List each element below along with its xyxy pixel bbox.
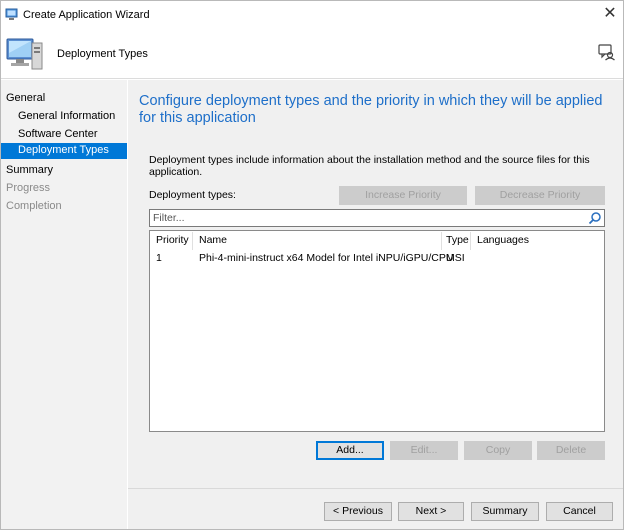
summary-button[interactable]: Summary: [471, 502, 539, 521]
description-text: Deployment types include information abo…: [149, 154, 590, 178]
help-icon[interactable]: [597, 42, 617, 62]
column-divider: [192, 232, 193, 250]
column-header-name[interactable]: Name: [199, 234, 227, 246]
next-button[interactable]: Next >: [398, 502, 464, 521]
add-button[interactable]: Add...: [316, 441, 384, 460]
nav-item-completion: Completion: [6, 200, 62, 212]
app-wizard-icon: [5, 8, 18, 20]
wizard-window: Create Application Wizard ✕ Deployment T…: [0, 0, 624, 530]
title-bar: Create Application Wizard ✕: [1, 1, 623, 29]
delete-button[interactable]: Delete: [537, 441, 605, 460]
page-title: Deployment Types: [57, 48, 148, 60]
column-header-priority[interactable]: Priority: [156, 234, 189, 246]
nav-item-general-information[interactable]: General Information: [18, 109, 115, 125]
nav-item-deployment-types[interactable]: Deployment Types: [1, 143, 127, 159]
nav-item-general[interactable]: General: [6, 91, 45, 107]
previous-button[interactable]: < Previous: [324, 502, 392, 521]
row-type: MSI: [446, 252, 465, 264]
close-icon[interactable]: ✕: [601, 6, 619, 24]
wizard-nav-pane: General General Information Software Cen…: [1, 80, 127, 529]
edit-button[interactable]: Edit...: [390, 441, 458, 460]
increase-priority-button[interactable]: Increase Priority: [339, 186, 467, 205]
deployment-types-table[interactable]: Priority Name Type Languages 1 Phi-4-min…: [149, 230, 605, 432]
column-divider: [441, 232, 442, 250]
footer-divider: [128, 488, 623, 489]
column-header-type[interactable]: Type: [446, 234, 469, 246]
nav-item-software-center[interactable]: Software Center: [18, 127, 97, 143]
content-heading: Configure deployment types and the prior…: [139, 93, 603, 126]
copy-button[interactable]: Copy: [464, 441, 532, 460]
wizard-header: Deployment Types: [1, 29, 623, 79]
wizard-content: Configure deployment types and the prior…: [128, 80, 623, 529]
nav-item-summary[interactable]: Summary: [6, 163, 53, 179]
row-priority: 1: [156, 252, 162, 264]
row-name: Phi-4-mini-instruct x64 Model for Intel …: [199, 252, 454, 264]
deployment-types-label: Deployment types:: [149, 189, 236, 201]
column-divider: [470, 232, 471, 250]
cancel-button[interactable]: Cancel: [546, 502, 613, 521]
filter-input[interactable]: Filter...: [149, 209, 605, 227]
window-title: Create Application Wizard: [23, 9, 150, 21]
filter-placeholder: Filter...: [153, 212, 185, 224]
nav-item-progress: Progress: [6, 182, 51, 194]
search-icon[interactable]: [588, 211, 602, 225]
column-header-languages[interactable]: Languages: [477, 234, 529, 246]
computer-wizard-icon: [6, 38, 43, 70]
decrease-priority-button[interactable]: Decrease Priority: [475, 186, 605, 205]
